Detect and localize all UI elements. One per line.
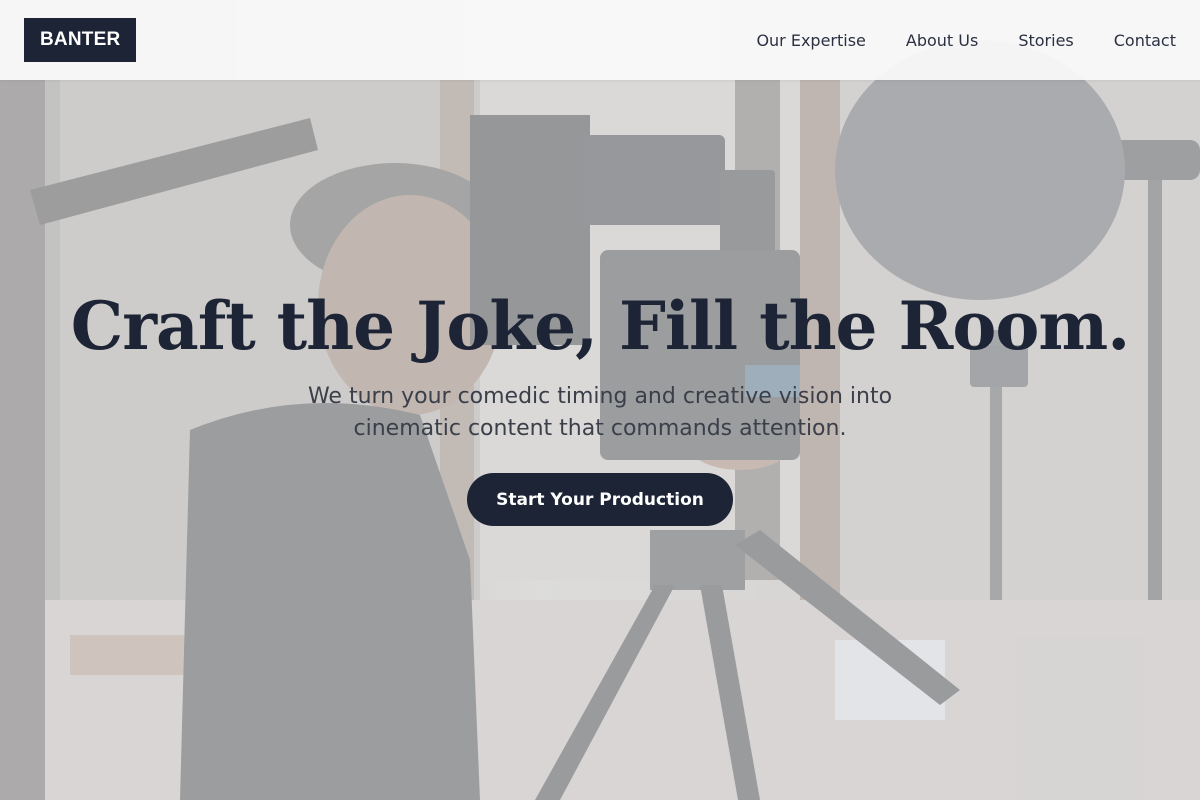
hero-content: Craft the Joke, Fill the Room. We turn y… [0,0,1200,800]
hero-subtitle: We turn your comedic timing and creative… [307,384,893,441]
hero-headline: Craft the Joke, Fill the Room. [70,287,1130,365]
start-production-button[interactable]: Start Your Production [467,473,733,526]
